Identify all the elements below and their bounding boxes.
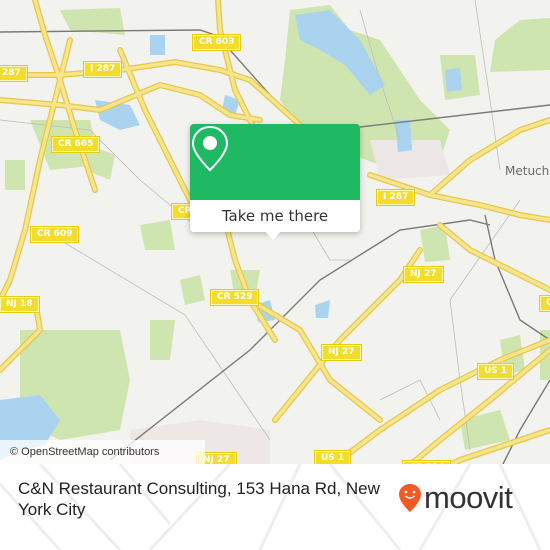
road-label-nj-27-north: NJ 27 <box>403 266 444 283</box>
footer: C&N Restaurant Consulting, 153 Hana Rd, … <box>0 464 550 550</box>
popup-pointer <box>264 230 282 240</box>
road-label-i-287: I 287 <box>82 61 123 78</box>
road-label-cr-665: CR 665 <box>50 136 101 153</box>
map-view[interactable]: CR 603 I 287 287 CR 665 CR CR 609 NJ 18 … <box>0 0 550 490</box>
road-label-nj-18: NJ 18 <box>0 296 40 313</box>
road-label-i-287-edge: 287 <box>0 65 28 82</box>
map-attribution[interactable]: © OpenStreetMap contributors <box>0 440 205 464</box>
take-me-there-button[interactable]: Take me there <box>190 200 360 232</box>
popup-header <box>190 124 360 200</box>
road-label-cr-529: CR 529 <box>209 289 260 306</box>
moovit-pin-icon <box>399 484 421 512</box>
map-pin-icon <box>191 125 229 172</box>
map-layer <box>0 0 550 490</box>
location-popup: Take me there <box>190 124 360 240</box>
place-label-metuchen: Metuch <box>505 164 550 178</box>
location-address: C&N Restaurant Consulting, 153 Hana Rd, … <box>18 479 380 519</box>
road-label-edge: C <box>539 295 550 312</box>
road-label-i-287-east: I 287 <box>375 189 416 206</box>
road-label-nj-27-mid: NJ 27 <box>321 344 362 361</box>
road-label-us-1-east: US 1 <box>476 363 515 380</box>
road-label-cr-609: CR 609 <box>29 226 80 243</box>
moovit-logo[interactable]: moovit <box>398 480 513 516</box>
road-label-cr-603: CR 603 <box>191 34 242 51</box>
moovit-wordmark: moovit <box>424 480 513 515</box>
